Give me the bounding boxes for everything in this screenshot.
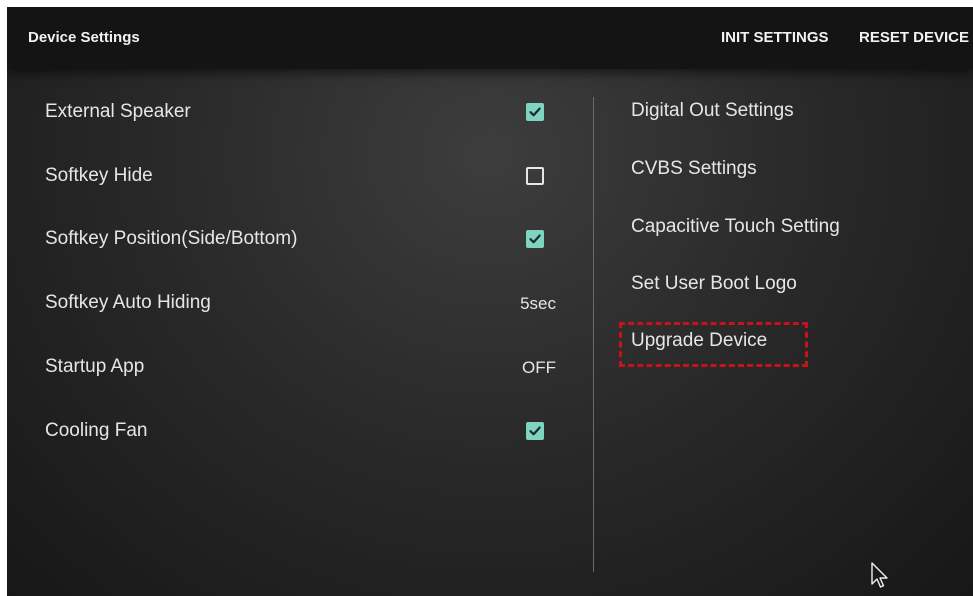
setting-external-speaker[interactable]: External Speaker [7, 87, 577, 135]
top-app-bar: Device Settings INIT SETTINGS RESET DEVI… [7, 7, 973, 69]
checkmark-icon [529, 107, 541, 117]
softkey-position-checkbox[interactable] [526, 230, 544, 248]
setting-softkey-auto-hiding[interactable]: Softkey Auto Hiding 5sec [7, 278, 577, 326]
setting-label: Softkey Position(Side/Bottom) [45, 228, 298, 249]
external-speaker-checkbox[interactable] [526, 103, 544, 121]
checkmark-icon [529, 234, 541, 244]
setting-cooling-fan[interactable]: Cooling Fan [7, 406, 577, 454]
capacitive-touch-setting-item[interactable]: Capacitive Touch Setting [631, 216, 840, 238]
digital-out-settings-item[interactable]: Digital Out Settings [631, 100, 794, 122]
cvbs-settings-item[interactable]: CVBS Settings [631, 158, 757, 180]
setting-softkey-hide[interactable]: Softkey Hide [7, 151, 577, 199]
setting-label: External Speaker [45, 101, 191, 122]
init-settings-button[interactable]: INIT SETTINGS [721, 29, 829, 46]
setting-label: Softkey Hide [45, 165, 153, 186]
startup-app-value: OFF [522, 358, 556, 377]
mouse-pointer-icon [871, 562, 888, 588]
device-settings-screen: Device Settings INIT SETTINGS RESET DEVI… [7, 7, 973, 596]
softkey-auto-hiding-value: 5sec [520, 294, 556, 313]
upgrade-device-highlight [619, 322, 808, 367]
cooling-fan-checkbox[interactable] [526, 422, 544, 440]
page-title: Device Settings [28, 29, 140, 46]
setting-label: Startup App [45, 356, 145, 377]
setting-label: Softkey Auto Hiding [45, 292, 211, 313]
softkey-hide-checkbox[interactable] [526, 167, 544, 185]
column-divider [593, 97, 594, 572]
setting-startup-app[interactable]: Startup App OFF [7, 342, 577, 390]
checkmark-icon [529, 426, 541, 436]
set-user-boot-logo-item[interactable]: Set User Boot Logo [631, 273, 797, 295]
setting-label: Cooling Fan [45, 420, 148, 441]
setting-softkey-position[interactable]: Softkey Position(Side/Bottom) [7, 214, 577, 262]
reset-device-button[interactable]: RESET DEVICE [859, 29, 969, 46]
